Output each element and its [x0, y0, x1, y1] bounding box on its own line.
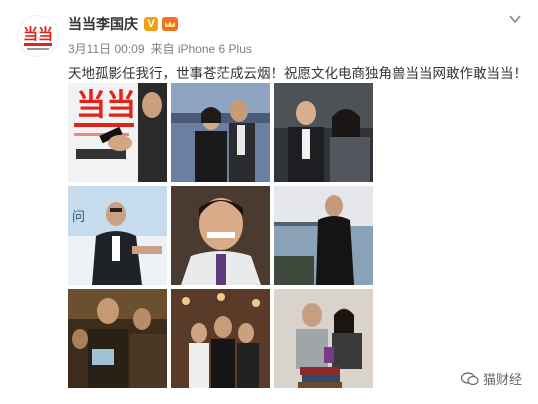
- photo-man-smiling-portrait[interactable]: [171, 186, 270, 285]
- avatar[interactable]: 当当: [17, 15, 59, 57]
- photo-man-seated-interview[interactable]: 问: [68, 186, 167, 285]
- svg-text:问: 问: [72, 209, 85, 224]
- svg-text:当当: 当当: [76, 89, 136, 122]
- member-crown-icon: [162, 17, 178, 31]
- post-meta: 3月11日 00:09 来自 iPhone 6 Plus: [68, 40, 258, 57]
- chevron-down-icon[interactable]: [508, 12, 522, 26]
- post-source: 来自 iPhone 6 Plus: [150, 42, 252, 56]
- photo-grid: 当当 问: [68, 83, 374, 388]
- post-text: 天地孤影任我行，世事苍茫成云烟！祝愿文化电商独角兽当当网敢作敢当当！: [68, 66, 527, 81]
- watermark: 猫财经: [460, 369, 522, 388]
- profile-name[interactable]: 当当李国庆: [68, 14, 138, 34]
- wechat-icon: [460, 371, 479, 386]
- photo-couple-at-event[interactable]: [171, 83, 270, 182]
- photo-couple-with-books[interactable]: [274, 289, 373, 388]
- photo-man-by-waterfront[interactable]: [274, 186, 373, 285]
- verified-badge: V: [144, 17, 158, 31]
- photo-group-photo-lights[interactable]: [171, 289, 270, 388]
- post-date[interactable]: 3月11日 00:09: [68, 42, 145, 56]
- watermark-text: 猫财经: [482, 372, 522, 387]
- dangdang-logo-icon: 当当: [18, 16, 58, 56]
- svg-text:当当: 当当: [23, 25, 53, 43]
- photo-crowd-at-dinner[interactable]: [68, 289, 167, 388]
- profile-header: 当当李国庆 V: [68, 14, 178, 34]
- photo-dangdang-logo-phone[interactable]: 当当: [68, 83, 167, 182]
- photo-couple-smiling[interactable]: [274, 83, 373, 182]
